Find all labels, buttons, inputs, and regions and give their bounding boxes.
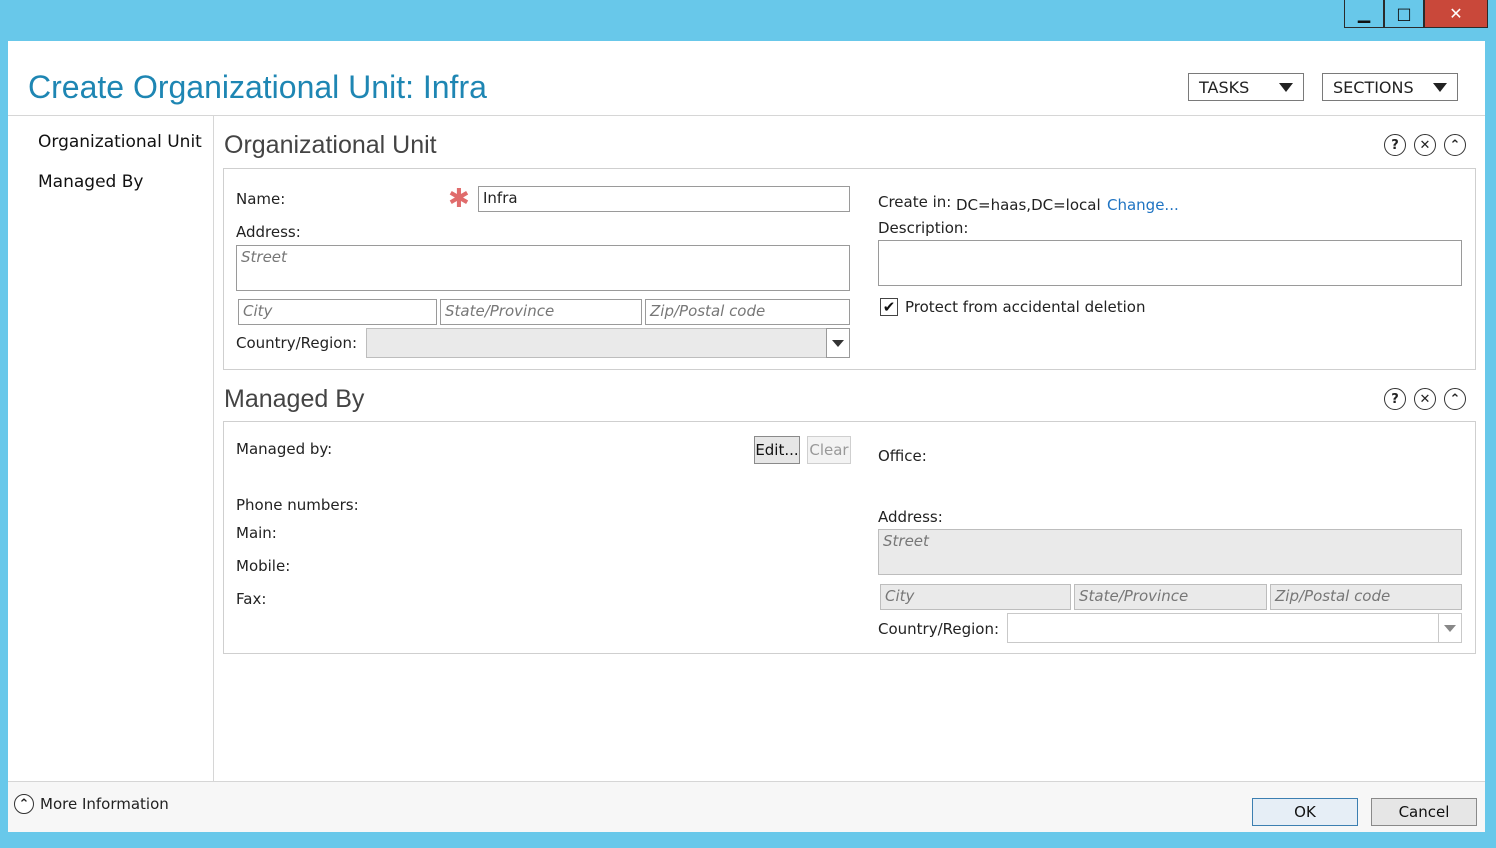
mobile-phone-label: Mobile: (236, 557, 291, 575)
required-icon: ✱ (448, 184, 470, 214)
street-placeholder: Street (241, 248, 287, 266)
tasks-dropdown[interactable]: TASKS (1188, 73, 1304, 101)
window-frame: ▁ □ ✕ Create Organizational Unit: Infra … (0, 0, 1496, 848)
page-title: Create Organizational Unit: Infra (28, 69, 487, 105)
edit-button[interactable]: Edit... (754, 436, 800, 464)
street-input[interactable]: Street (236, 245, 850, 291)
managed-by-label: Managed by: (236, 440, 333, 458)
dialog-client-area: Create Organizational Unit: Infra TASKS … (8, 41, 1485, 832)
protect-checkbox[interactable]: ✔ (880, 298, 898, 316)
address-label: Address: (236, 223, 301, 241)
help-icon[interactable]: ? (1384, 388, 1406, 410)
fax-label: Fax: (236, 590, 267, 608)
phone-numbers-label: Phone numbers: (236, 496, 359, 514)
manager-country-select (1007, 613, 1462, 643)
change-link[interactable]: Change... (1107, 196, 1179, 214)
manager-state-field: State/Province (1074, 584, 1267, 610)
chevron-down-icon (832, 339, 844, 347)
name-label: Name: (236, 190, 286, 208)
description-label: Description: (878, 219, 969, 237)
sections-dropdown[interactable]: SECTIONS (1322, 73, 1458, 101)
maximize-icon: □ (1396, 4, 1412, 23)
manager-country-dropdown-button (1438, 613, 1462, 643)
checkmark-icon: ✔ (882, 298, 896, 316)
create-in-value: DC=haas,DC=local (956, 196, 1101, 214)
cancel-button[interactable]: Cancel (1371, 798, 1477, 826)
manager-country-label: Country/Region: (878, 620, 1000, 638)
city-placeholder: City (243, 302, 273, 320)
zip-placeholder: Zip/Postal code (650, 302, 766, 320)
state-input[interactable]: State/Province (440, 299, 642, 325)
state-placeholder: State/Province (1079, 587, 1189, 605)
section-title-organizational-unit: Organizational Unit (224, 131, 437, 159)
street-placeholder: Street (883, 532, 929, 550)
expand-up-icon: ⌃ (14, 794, 34, 814)
city-placeholder: City (885, 587, 915, 605)
manager-street-field: Street (878, 529, 1462, 575)
window-controls: ▁ □ ✕ (1344, 0, 1488, 28)
collapse-icon[interactable]: ⌃ (1444, 388, 1466, 410)
ok-button[interactable]: OK (1252, 798, 1358, 826)
nav-item-organizational-unit[interactable]: Organizational Unit (38, 132, 202, 152)
maximize-button[interactable]: □ (1384, 0, 1424, 28)
section-title-managed-by: Managed By (224, 385, 365, 413)
help-icon[interactable]: ? (1384, 134, 1406, 156)
minimize-button[interactable]: ▁ (1344, 0, 1384, 28)
manager-city-field: City (880, 584, 1071, 610)
main-phone-label: Main: (236, 524, 277, 542)
manager-zip-field: Zip/Postal code (1270, 584, 1462, 610)
country-dropdown-button[interactable] (826, 328, 850, 358)
chevron-down-icon (1279, 82, 1293, 92)
clear-button[interactable]: Clear (807, 436, 851, 464)
managed-by-panel: Managed by: Edit... Clear Phone numbers:… (223, 421, 1476, 654)
more-information-toggle[interactable]: ⌃ More Information (14, 794, 169, 814)
tasks-label: TASKS (1199, 77, 1250, 97)
state-placeholder: State/Province (445, 302, 555, 320)
create-in-label: Create in: (878, 193, 952, 211)
minimize-icon: ▁ (1357, 4, 1371, 23)
close-icon[interactable]: ✕ (1414, 388, 1436, 410)
section-nav: Organizational Unit Managed By (8, 116, 214, 781)
manager-address-label: Address: (878, 508, 943, 526)
chevron-down-icon (1444, 624, 1456, 632)
more-information-label: More Information (40, 795, 169, 813)
chevron-down-icon (1433, 82, 1447, 92)
city-input[interactable]: City (238, 299, 437, 325)
zip-input[interactable]: Zip/Postal code (645, 299, 850, 325)
header-divider (8, 115, 1485, 116)
close-window-button[interactable]: ✕ (1424, 0, 1488, 28)
ou-panel: Name: ✱ Infra Address: Street City State… (223, 168, 1476, 370)
collapse-icon[interactable]: ⌃ (1444, 134, 1466, 156)
ou-section-controls: ? ✕ ⌃ (1384, 134, 1466, 156)
close-icon: ✕ (1449, 4, 1463, 23)
protect-label: Protect from accidental deletion (905, 298, 1146, 316)
zip-placeholder: Zip/Postal code (1275, 587, 1391, 605)
office-label: Office: (878, 447, 927, 465)
country-label: Country/Region: (236, 334, 358, 352)
footer: ⌃ More Information OK Cancel (8, 782, 1485, 832)
close-icon[interactable]: ✕ (1414, 134, 1436, 156)
managed-section-controls: ? ✕ ⌃ (1384, 388, 1466, 410)
sections-label: SECTIONS (1333, 77, 1414, 97)
description-input[interactable] (878, 240, 1462, 286)
country-select[interactable] (366, 328, 850, 358)
nav-item-managed-by[interactable]: Managed By (38, 172, 143, 192)
name-input[interactable]: Infra (478, 186, 850, 212)
